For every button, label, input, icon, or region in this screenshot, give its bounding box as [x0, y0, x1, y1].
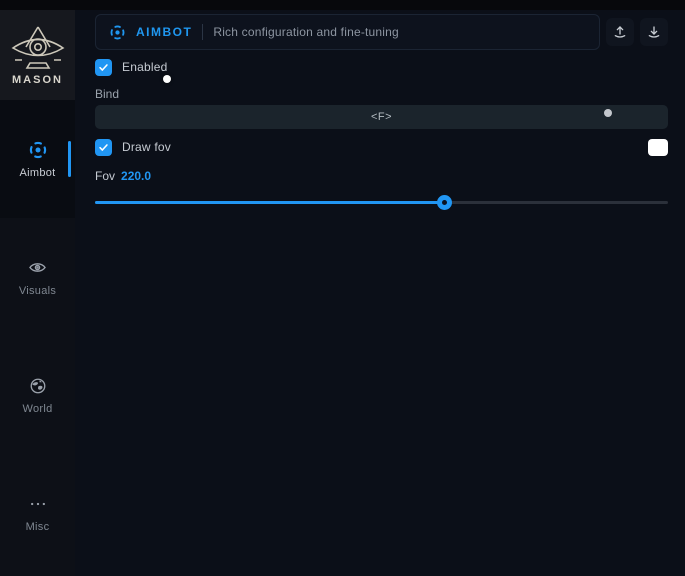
sidebar: MASON Aimbot Visuals	[0, 10, 75, 576]
check-icon	[98, 142, 109, 153]
mouse-cursor-dot	[163, 75, 171, 83]
upload-config-button[interactable]	[606, 18, 634, 46]
app-window: MASON Aimbot Visuals	[0, 0, 685, 576]
bind-indicator-dot	[604, 109, 612, 117]
brand-logo: MASON	[0, 10, 75, 100]
window-top-strip	[0, 0, 685, 10]
sidebar-item-visuals[interactable]: Visuals	[0, 218, 75, 336]
globe-icon	[28, 376, 48, 396]
fov-label: Fov	[95, 169, 115, 183]
fov-value: 220.0	[121, 169, 151, 183]
sidebar-item-label: World	[22, 403, 52, 415]
header-bar: AIMBOT Rich configuration and fine-tunin…	[95, 14, 600, 50]
ellipsis-icon	[28, 494, 48, 514]
slider-handle[interactable]	[437, 195, 452, 210]
sidebar-item-aimbot[interactable]: Aimbot	[0, 100, 75, 218]
brand-name: MASON	[12, 74, 63, 86]
sidebar-item-label: Aimbot	[19, 167, 55, 179]
header: AIMBOT Rich configuration and fine-tunin…	[95, 14, 668, 50]
sidebar-item-label: Misc	[26, 521, 50, 533]
header-divider	[202, 24, 203, 40]
fov-row: Fov 220.0	[95, 169, 668, 183]
fov-color-swatch[interactable]	[648, 139, 668, 156]
sidebar-item-label: Visuals	[19, 285, 56, 297]
bind-label: Bind	[95, 87, 668, 101]
fov-slider[interactable]	[95, 194, 668, 210]
check-icon	[98, 62, 109, 73]
main-panel: AIMBOT Rich configuration and fine-tunin…	[75, 10, 685, 576]
upload-icon	[612, 24, 628, 40]
draw-fov-row: Draw fov	[95, 138, 668, 156]
download-icon	[646, 24, 662, 40]
slider-fill	[95, 201, 445, 204]
bind-value: <F>	[371, 111, 392, 123]
eye-icon	[28, 258, 48, 278]
page-subtitle: Rich configuration and fine-tuning	[213, 25, 399, 39]
page-title: AIMBOT	[136, 25, 192, 39]
crosshair-icon	[28, 140, 48, 160]
mason-eye-pyramid-icon	[9, 25, 67, 71]
draw-fov-label: Draw fov	[122, 140, 171, 154]
crosshair-icon	[109, 24, 126, 41]
bind-input[interactable]: <F>	[95, 105, 668, 129]
enabled-row: Enabled	[95, 58, 668, 76]
draw-fov-checkbox[interactable]	[95, 139, 112, 156]
download-config-button[interactable]	[640, 18, 668, 46]
sidebar-item-misc[interactable]: Misc	[0, 454, 75, 572]
sidebar-item-world[interactable]: World	[0, 336, 75, 454]
enabled-checkbox[interactable]	[95, 59, 112, 76]
enabled-label: Enabled	[122, 60, 167, 74]
